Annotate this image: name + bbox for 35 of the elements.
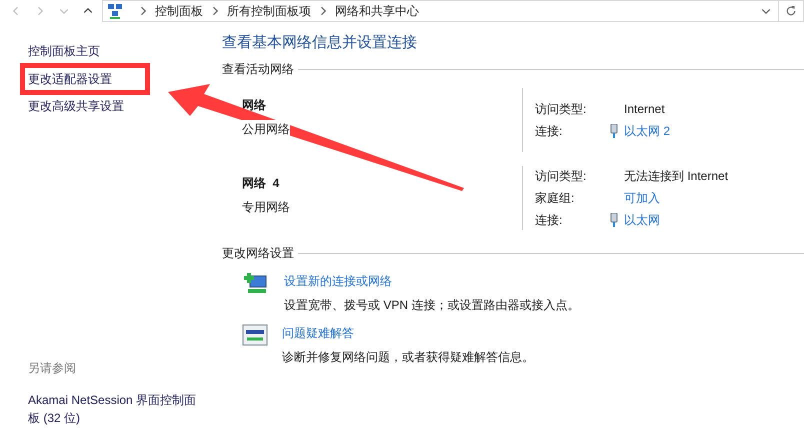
breadcrumb-item[interactable]: 网络和共享中心: [335, 2, 419, 20]
sidebar-link[interactable]: 更改高级共享设置: [28, 99, 124, 113]
troubleshoot-icon: [242, 324, 268, 346]
plug-icon: [610, 124, 618, 138]
plug-icon: [610, 213, 618, 227]
address-field[interactable]: 控制面板 所有控制面板项 网络和共享中心: [102, 0, 804, 22]
homegroup-link[interactable]: 可加入: [624, 189, 660, 207]
network-category: 专用网络: [242, 198, 290, 216]
detail-value: Internet: [624, 101, 665, 118]
network-icon: [107, 3, 123, 19]
detail-value: 无法连接到 Internet: [624, 168, 728, 185]
detail-label: 连接:: [535, 123, 564, 140]
connection-link[interactable]: 以太网: [624, 211, 660, 229]
connection-link[interactable]: 以太网 2: [624, 122, 670, 140]
refresh-icon: [785, 5, 797, 17]
detail-label: 连接:: [535, 212, 564, 229]
see-also-heading: 另请参阅: [28, 360, 77, 377]
detail-label: 访问类型:: [535, 101, 588, 118]
sidebar-link[interactable]: 更改适配器设置: [28, 72, 112, 86]
network-name: 网络 4: [242, 175, 280, 192]
task-link[interactable]: 设置新的连接或网络: [284, 272, 580, 290]
sidebar-link[interactable]: 控制面板主页: [28, 44, 100, 58]
task-link[interactable]: 问题疑难解答: [282, 324, 534, 342]
breadcrumb-item[interactable]: 所有控制面板项: [227, 2, 311, 20]
detail-label: 访问类型:: [535, 168, 588, 185]
network-name: 网络: [242, 97, 267, 114]
network-category: 公用网络: [242, 120, 290, 138]
detail-label: 家庭组:: [535, 190, 576, 207]
section-heading: 查看活动网络: [222, 61, 294, 78]
page-title: 查看基本网络信息并设置连接: [222, 33, 418, 53]
breadcrumb-item[interactable]: 控制面板: [155, 2, 203, 20]
see-also-link[interactable]: Akamai NetSession 界面控制面板 (32 位): [28, 391, 198, 427]
task-description: 设置宽带、拨号或 VPN 连接；或设置路由器或接入点。: [284, 297, 580, 314]
task-description: 诊断并修复网络问题，或者获得疑难解答信息。: [282, 349, 534, 366]
section-heading: 更改网络设置: [222, 245, 294, 262]
